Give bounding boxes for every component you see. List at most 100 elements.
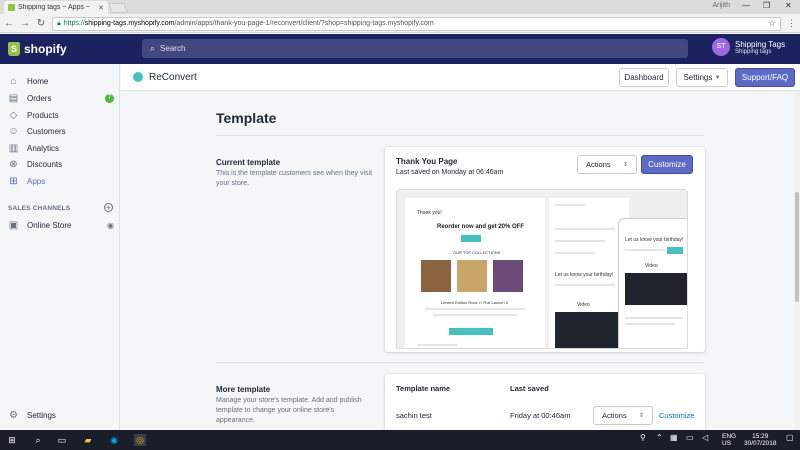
app-title: ReConvert: [149, 72, 197, 83]
shopify-favicon-icon: [8, 4, 15, 11]
chart-icon: ▥: [8, 142, 19, 154]
shopify-logo[interactable]: S shopify: [0, 34, 120, 64]
shopify-topbar: S shopify ⌕ ST Shipping Tags Shipping ta…: [0, 34, 800, 64]
preview-desktop-page: Thank you! Reorder now and get 20% OFF O…: [405, 198, 545, 348]
search-icon: ⌕: [150, 43, 156, 53]
network-icon[interactable]: ▦: [670, 433, 678, 442]
preview-desktop-sidebar: Let us know your birthday! Video: [549, 198, 629, 348]
browser-chrome: Shipping tags ~ Apps ~ ✕ Arijith — ❐ ✕ ←…: [0, 0, 800, 33]
volume-icon[interactable]: ◁: [702, 433, 708, 442]
actions-select[interactable]: Actions ⇕: [577, 155, 637, 174]
scroll-thumb[interactable]: [795, 192, 799, 302]
template-last-saved: Last saved on Monday at 06:46am: [396, 169, 504, 176]
more-template-title: More template: [216, 385, 271, 394]
language-indicator[interactable]: ENG US: [722, 433, 736, 447]
home-icon: ⌂: [10, 75, 17, 87]
gear-icon: ⚙: [9, 409, 18, 421]
reconvert-logo-icon: [133, 72, 143, 82]
store-name: Shipping Tags: [735, 39, 786, 49]
dashboard-button[interactable]: Dashboard: [619, 68, 669, 87]
apps-icon: ⊞: [9, 175, 18, 187]
sidebar: ⌂ Home ▤ Orders 7 ◇ Products ☺ Customers…: [0, 64, 120, 430]
tray-arrow-icon[interactable]: ⌃: [656, 433, 663, 442]
bookmark-star-icon[interactable]: ☆: [768, 18, 776, 29]
clock[interactable]: 15:29 30/07/2018: [744, 433, 777, 447]
updown-icon: ⇕: [638, 413, 644, 419]
store-icon: ▣: [8, 219, 19, 231]
sidebar-item-analytics[interactable]: ▥ Analytics: [0, 140, 120, 156]
battery-icon[interactable]: ▭: [686, 433, 694, 442]
person-icon: ☺: [8, 125, 19, 137]
window-close-icon[interactable]: ✕: [785, 1, 792, 10]
lock-icon: 🔒︎: [57, 19, 61, 27]
back-icon[interactable]: ←: [4, 18, 14, 29]
browser-menu-icon[interactable]: ⋮: [787, 18, 796, 29]
template-card-title: Thank You Page: [396, 157, 458, 166]
col-template-name: Template name: [396, 384, 451, 393]
sales-channels-heading: SALES CHANNELS: [8, 205, 71, 212]
tab-strip: Shipping tags ~ Apps ~ ✕ Arijith — ❐ ✕: [0, 0, 800, 14]
maximize-icon[interactable]: ❐: [763, 1, 770, 10]
task-view-icon[interactable]: ▭: [56, 434, 68, 446]
tab-title: Shipping tags ~ Apps ~: [18, 4, 90, 11]
sidebar-item-discounts[interactable]: ⊗ Discounts: [0, 156, 120, 172]
row-actions-select[interactable]: Actions ⇕: [593, 406, 653, 425]
orders-count-badge: 7: [105, 93, 114, 103]
shopify-bag-icon: S: [8, 42, 20, 56]
sidebar-item-customers[interactable]: ☺ Customers: [0, 123, 120, 139]
store-subtitle: Shipping tags: [735, 48, 772, 55]
forward-icon[interactable]: →: [20, 18, 30, 29]
last-saved-cell: Friday at 00:46am: [510, 411, 571, 420]
add-channel-icon[interactable]: +: [104, 203, 113, 212]
logo-text: shopify: [24, 42, 67, 56]
divider: [216, 135, 704, 136]
template-preview[interactable]: Thank you! Reorder now and get 20% OFF O…: [396, 189, 688, 349]
account-menu[interactable]: ST Shipping Tags Shipping tags: [712, 38, 785, 56]
updown-icon: ⇕: [622, 162, 628, 168]
url-input[interactable]: 🔒︎ https://shipping-tags.myshopify.com/a…: [52, 16, 781, 31]
windows-start-icon[interactable]: ⊞: [6, 434, 18, 446]
discount-icon: ⊗: [9, 158, 18, 170]
search-icon[interactable]: ⌕: [32, 434, 44, 446]
browser-tab[interactable]: Shipping tags ~ Apps ~ ✕: [4, 1, 108, 14]
preview-mobile: Let us know your birthday! Video: [618, 218, 687, 348]
sidebar-item-products[interactable]: ◇ Products: [0, 107, 120, 123]
sidebar-item-online-store[interactable]: ▣ Online Store ◉: [0, 217, 120, 233]
app-header: ReConvert Dashboard Settings ▼ Support/F…: [121, 64, 800, 91]
template-table-card: Template name Last saved sachin test Fri…: [385, 374, 705, 430]
new-tab-button[interactable]: [108, 3, 128, 13]
more-template-desc: Manage your store's template. Add and pu…: [216, 397, 362, 424]
search-input[interactable]: [160, 44, 361, 53]
close-icon[interactable]: ✕: [98, 4, 104, 12]
main-content: Template Current template This is the te…: [121, 92, 794, 430]
customize-button[interactable]: Customize: [641, 155, 693, 174]
notifications-icon[interactable]: ▢: [786, 433, 794, 442]
sidebar-item-settings[interactable]: ⚙ Settings: [0, 407, 120, 423]
eye-icon[interactable]: ◉: [107, 221, 114, 230]
search-bar[interactable]: ⌕: [142, 39, 688, 58]
minimize-icon[interactable]: —: [742, 1, 750, 10]
address-bar: ← → ↻ 🔒︎ https://shipping-tags.myshopify…: [0, 14, 800, 33]
avatar: ST: [712, 38, 730, 56]
scrollbar[interactable]: [794, 92, 800, 430]
orders-icon: ▤: [8, 92, 19, 104]
tag-icon: ◇: [9, 109, 18, 121]
skype-icon[interactable]: ◉: [108, 434, 120, 446]
file-explorer-icon[interactable]: ▰: [82, 434, 94, 446]
reload-icon[interactable]: ↻: [36, 18, 46, 29]
current-template-desc: This is the template customers see when …: [216, 170, 373, 187]
sidebar-item-home[interactable]: ⌂ Home: [0, 73, 120, 89]
current-template-title: Current template: [216, 158, 281, 167]
template-name-cell: sachin test: [396, 411, 432, 420]
windows-taskbar: ⊞ ⌕ ▭ ▰ ◉ ◎ ⚲ ⌃ ▦ ▭ ◁ ENG US 15:29 30/07/2…: [0, 430, 800, 450]
support-faq-button[interactable]: Support/FAQ: [735, 68, 795, 87]
row-customize-link[interactable]: Customize: [659, 411, 694, 420]
sidebar-item-orders[interactable]: ▤ Orders 7: [0, 90, 120, 106]
divider: [216, 362, 704, 363]
people-icon[interactable]: ⚲: [640, 433, 646, 442]
current-template-card: Thank You Page Last saved on Monday at 0…: [385, 147, 705, 352]
chrome-icon[interactable]: ◎: [134, 434, 146, 446]
col-last-saved: Last saved: [510, 384, 549, 393]
settings-dropdown-button[interactable]: Settings ▼: [676, 68, 728, 87]
sidebar-item-apps[interactable]: ⊞ Apps: [0, 173, 120, 189]
